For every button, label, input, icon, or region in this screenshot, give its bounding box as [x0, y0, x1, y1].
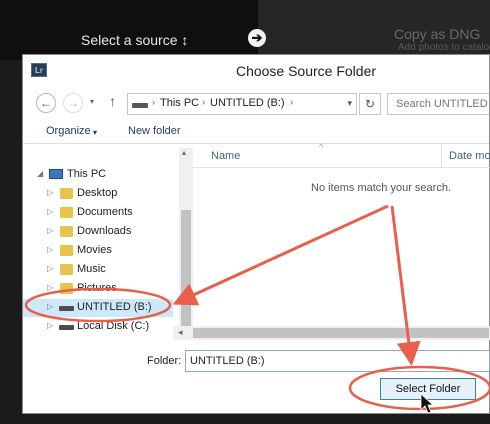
- chevron-down-icon: ▾: [93, 128, 98, 137]
- breadcrumb-separator: ›: [290, 97, 293, 107]
- select-source-button[interactable]: Select a source ↕: [81, 32, 188, 48]
- select-folder-button[interactable]: Select Folder: [380, 378, 476, 400]
- tree-item-label: Desktop: [77, 187, 118, 199]
- scrollbar-thumb[interactable]: [193, 328, 489, 338]
- recent-locations-dropdown[interactable]: ▾: [90, 97, 94, 106]
- choose-source-folder-dialog: Lr Choose Source Folder ← → ▾ ↑ › This P…: [22, 54, 490, 414]
- collapsed-arrow-icon[interactable]: ▷: [47, 207, 53, 216]
- address-dropdown-button[interactable]: ▾: [347, 98, 352, 109]
- tree-item-downloads[interactable]: ▷ Downloads: [47, 223, 167, 241]
- navigation-pane: ◢ This PC ▷ Desktop ▷ Documents ▷ Downlo…: [23, 144, 173, 344]
- breadcrumb-this-pc[interactable]: This PC: [160, 97, 199, 109]
- collapsed-arrow-icon[interactable]: ▷: [47, 302, 53, 311]
- dialog-title: Choose Source Folder: [235, 63, 377, 79]
- drive-icon: [59, 306, 74, 311]
- tree-item-desktop[interactable]: ▷ Desktop: [47, 185, 167, 203]
- navigation-scrollbar[interactable]: ▴: [179, 148, 193, 338]
- column-header-date-modified[interactable]: Date modifie: [449, 150, 490, 162]
- organize-menu[interactable]: Organize: [46, 125, 91, 137]
- tree-item-music[interactable]: ▷ Music: [47, 261, 167, 279]
- collapsed-arrow-icon[interactable]: ▷: [47, 245, 53, 254]
- forward-button[interactable]: →: [63, 93, 83, 113]
- tree-item-movies[interactable]: ▷ Movies: [47, 242, 167, 260]
- scrollbar-thumb[interactable]: [181, 210, 191, 330]
- breadcrumb-untitled[interactable]: UNTITLED (B:): [210, 97, 285, 109]
- address-row: ← → ▾ ↑ › This PC › UNTITLED (B:) › ▾ ↻ …: [23, 87, 490, 119]
- tree-item-label: Music: [77, 263, 106, 275]
- tree-item-local-disk[interactable]: ▷ Local Disk (C:): [47, 318, 167, 336]
- column-divider[interactable]: [441, 144, 442, 168]
- tree-item-label: Downloads: [77, 225, 132, 237]
- up-button[interactable]: ↑: [109, 93, 116, 109]
- folder-input[interactable]: [185, 350, 490, 372]
- folder-icon: [60, 283, 73, 294]
- lightroom-import-header: Select a source ↕ ➔ Copy as DNG Add phot…: [0, 0, 490, 60]
- scroll-left-icon[interactable]: ◂: [178, 327, 183, 338]
- horizontal-scrollbar[interactable]: ◂: [173, 326, 490, 340]
- back-button[interactable]: ←: [36, 93, 56, 113]
- search-placeholder: Search UNTITLED (B:): [396, 98, 490, 110]
- expanded-arrow-icon[interactable]: ◢: [37, 169, 43, 178]
- dialog-titlebar[interactable]: Lr Choose Source Folder: [23, 55, 489, 87]
- tree-item-label: Local Disk (C:): [77, 320, 150, 332]
- arrow-right-icon: ➔: [248, 29, 266, 47]
- lightroom-background-bottom: [0, 414, 490, 424]
- search-input[interactable]: Search UNTITLED (B:): [387, 93, 490, 115]
- tree-item-pictures[interactable]: ▷ Pictures: [47, 280, 167, 298]
- copy-as-dng-option[interactable]: Copy as DNG: [394, 26, 480, 42]
- breadcrumb-separator: ›: [152, 97, 155, 107]
- folder-icon: [60, 207, 73, 218]
- collapsed-arrow-icon[interactable]: ▷: [47, 226, 53, 235]
- tree-item-label: Documents: [77, 206, 133, 218]
- collapsed-arrow-icon[interactable]: ▷: [47, 188, 53, 197]
- folder-icon: [60, 264, 73, 275]
- column-header-name[interactable]: Name: [211, 150, 240, 162]
- tree-item-untitled-drive[interactable]: ▷ UNTITLED (B:): [47, 299, 171, 317]
- tree-item-label: Movies: [77, 244, 112, 256]
- address-bar[interactable]: › This PC › UNTITLED (B:) › ▾: [127, 93, 357, 115]
- collapsed-arrow-icon[interactable]: ▷: [47, 264, 53, 273]
- collapsed-arrow-icon[interactable]: ▷: [47, 321, 53, 330]
- tree-item-label: UNTITLED (B:): [77, 301, 152, 313]
- folder-icon: [60, 188, 73, 199]
- computer-icon: [49, 169, 63, 179]
- file-list-header: Name ^ Date modifie: [193, 142, 490, 168]
- sort-ascending-icon: ^: [319, 142, 324, 152]
- breadcrumb-separator: ›: [202, 97, 205, 107]
- scroll-up-icon[interactable]: ▴: [182, 148, 186, 157]
- folder-field-label: Folder:: [147, 355, 182, 367]
- tree-item-documents[interactable]: ▷ Documents: [47, 204, 167, 222]
- tree-item-label: This PC: [67, 168, 107, 180]
- command-bar: Organize ▾ New folder: [23, 121, 489, 141]
- source-panel-header: [0, 0, 258, 60]
- drive-icon: [132, 103, 148, 108]
- tree-item-label: Pictures: [77, 282, 117, 294]
- empty-folder-message: No items match your search.: [311, 182, 451, 194]
- drive-icon: [59, 325, 74, 330]
- tree-item-this-pc[interactable]: ◢ This PC: [37, 166, 167, 184]
- refresh-button[interactable]: ↻: [359, 93, 381, 115]
- new-folder-button[interactable]: New folder: [128, 125, 181, 137]
- folder-icon: [60, 245, 73, 256]
- copy-subtitle: Add photos to catalog: [398, 42, 490, 53]
- lightroom-background-left: [0, 60, 22, 424]
- collapsed-arrow-icon[interactable]: ▷: [47, 283, 53, 292]
- folder-icon: [60, 226, 73, 237]
